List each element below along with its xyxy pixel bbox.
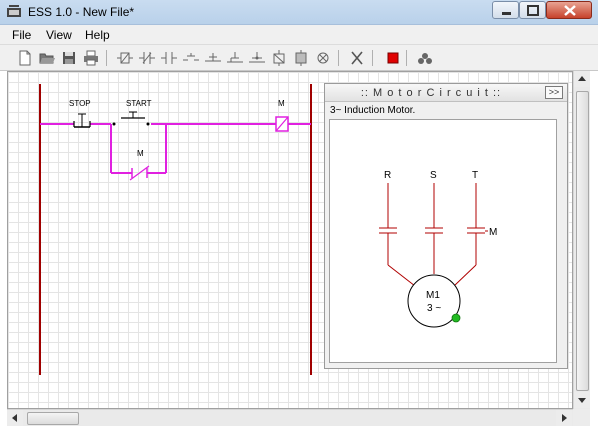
scroll-up-icon[interactable] <box>574 71 590 87</box>
collapse-panel-button[interactable]: >> <box>545 86 563 99</box>
close-icon <box>564 5 576 16</box>
horizontal-scroll-thumb[interactable] <box>27 412 79 425</box>
motor-phase-type: 3 ~ <box>427 303 441 314</box>
panel-title: :: M o t o r C i r c u i t :: <box>360 87 502 99</box>
menu-help[interactable]: Help <box>85 28 110 42</box>
toolbar-separator <box>372 50 373 66</box>
toolbar-separator <box>338 50 339 66</box>
phase-r-label: R <box>384 170 391 181</box>
open-folder-icon[interactable] <box>38 49 56 67</box>
close-button[interactable] <box>546 1 592 19</box>
timer-tool-icon[interactable] <box>270 49 288 67</box>
coil-m[interactable]: M <box>275 99 289 132</box>
print-icon[interactable] <box>82 49 100 67</box>
delete-icon[interactable] <box>348 49 366 67</box>
toolbar-separator <box>406 50 407 66</box>
motor-icon[interactable] <box>416 49 434 67</box>
motor-circuit-panel: :: M o t o r C i r c u i t :: >> 3~ Indu… <box>324 83 568 369</box>
junction-tool-icon[interactable] <box>248 49 266 67</box>
menu-bar: File View Help <box>0 25 598 45</box>
start-button-contact[interactable]: START <box>112 99 152 126</box>
minimize-button[interactable] <box>492 1 519 19</box>
maximize-icon <box>527 5 539 16</box>
scroll-left-icon[interactable] <box>7 410 23 426</box>
horizontal-scrollbar[interactable] <box>7 409 573 426</box>
scroll-right-icon[interactable] <box>556 410 572 426</box>
wire-tool-icon[interactable] <box>226 49 244 67</box>
contactor-label: M <box>489 227 497 238</box>
vertical-scrollbar[interactable] <box>573 71 590 409</box>
contact-no-alt-icon[interactable] <box>182 49 200 67</box>
motor-name: M1 <box>426 290 440 301</box>
coil-label: M <box>278 99 285 108</box>
title-bar: ESS 1.0 - New File* <box>0 0 598 25</box>
branch-tool-icon[interactable] <box>204 49 222 67</box>
ladder-canvas[interactable]: STOP START M M :: M o t o r C i r c u i … <box>7 71 573 409</box>
motor-type-label: 3~ Induction Motor. <box>330 105 416 116</box>
start-label: START <box>126 99 152 108</box>
menu-view[interactable]: View <box>46 28 72 42</box>
scroll-corner <box>573 409 590 426</box>
save-icon[interactable] <box>60 49 78 67</box>
window-title: ESS 1.0 - New File* <box>28 5 135 19</box>
menu-file[interactable]: File <box>12 28 31 42</box>
motor-circuit-canvas: R S T M M1 3 ~ <box>329 119 557 363</box>
new-file-icon[interactable] <box>16 49 34 67</box>
hold-contact-label: M <box>137 149 144 158</box>
phase-t-label: T <box>472 170 478 181</box>
motor-circuit-diagram: R S T M M1 3 ~ <box>379 170 497 328</box>
scroll-down-icon[interactable] <box>574 392 590 408</box>
vertical-scroll-thumb[interactable] <box>576 91 589 391</box>
hold-contact-m[interactable]: M <box>129 149 150 181</box>
maximize-button[interactable] <box>519 1 546 19</box>
phase-s-label: S <box>430 170 437 181</box>
stop-button-contact[interactable]: STOP <box>69 99 91 128</box>
stop-simulation-icon[interactable] <box>384 49 402 67</box>
app-icon <box>7 5 21 17</box>
contact-nc-icon[interactable] <box>160 49 178 67</box>
toolbar-separator <box>106 50 107 66</box>
toolbar <box>0 45 598 71</box>
minimize-icon <box>502 12 511 15</box>
panel-header: :: M o t o r C i r c u i t :: >> <box>325 84 567 102</box>
stop-label: STOP <box>69 99 91 108</box>
rung-1 <box>40 123 311 174</box>
relay-tool-icon[interactable] <box>292 49 310 67</box>
motor-status-indicator <box>451 313 461 323</box>
contact-no-icon[interactable] <box>138 49 156 67</box>
lamp-tool-icon[interactable] <box>314 49 332 67</box>
coil-tool-icon[interactable] <box>116 49 134 67</box>
